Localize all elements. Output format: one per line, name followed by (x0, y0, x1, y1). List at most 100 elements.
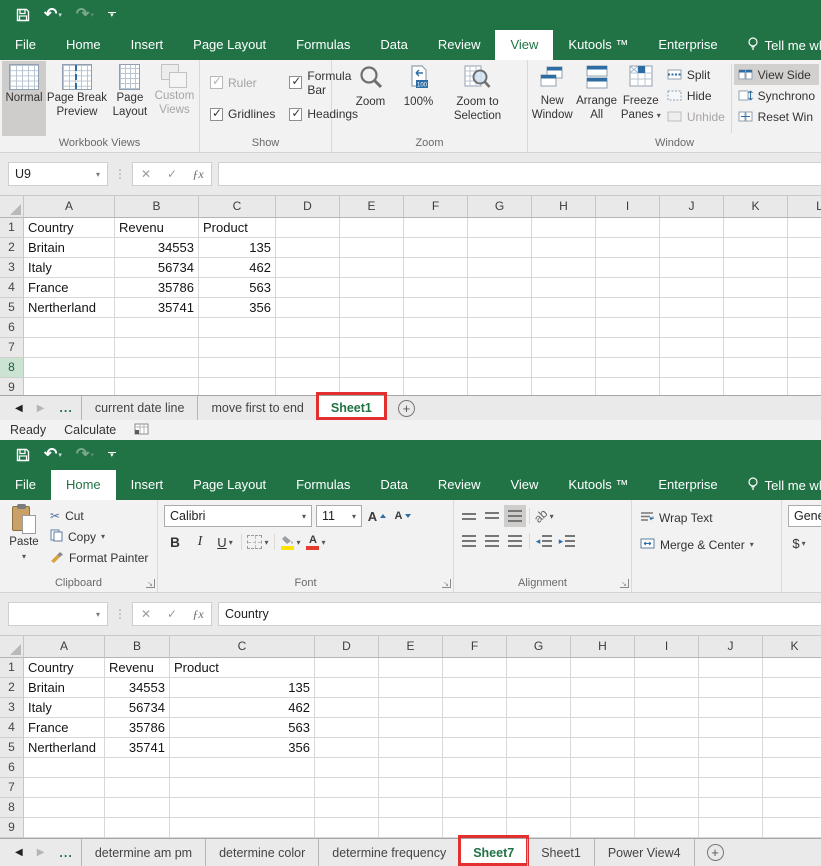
cell-I4[interactable] (596, 278, 660, 298)
cell-F4[interactable] (404, 278, 468, 298)
save-icon[interactable] (16, 8, 30, 22)
cell-C9[interactable] (170, 818, 315, 838)
cell-G3[interactable] (507, 698, 571, 718)
cell-C7[interactable] (170, 778, 315, 798)
format-painter-button[interactable]: Format Painter (46, 547, 152, 568)
cell-A8[interactable] (24, 358, 115, 378)
sheet-tab-determine-am-pm[interactable]: determine am pm (81, 839, 205, 866)
row-header-3[interactable]: 3 (0, 258, 24, 278)
cell-F7[interactable] (404, 338, 468, 358)
cell-E2[interactable] (379, 678, 443, 698)
cell-A6[interactable] (24, 758, 105, 778)
cell-E1[interactable] (379, 658, 443, 678)
cell-G4[interactable] (507, 718, 571, 738)
cell-H4[interactable] (532, 278, 596, 298)
cell-F5[interactable] (443, 738, 507, 758)
cell-K1[interactable] (763, 658, 821, 678)
cell-C1[interactable]: Product (199, 218, 276, 238)
cell-C3[interactable]: 462 (170, 698, 315, 718)
cell-J5[interactable] (699, 738, 763, 758)
checkbox-gridlines[interactable]: Gridlines (210, 107, 275, 121)
cell-E6[interactable] (340, 318, 404, 338)
ribbon-tab-insert[interactable]: Insert (116, 30, 179, 60)
cell-K4[interactable] (763, 718, 821, 738)
insert-function-icon[interactable]: ƒx (185, 167, 211, 182)
cell-J3[interactable] (699, 698, 763, 718)
cell-E7[interactable] (340, 338, 404, 358)
cell-G3[interactable] (468, 258, 532, 278)
sheet-tab-sheet1-annotated[interactable]: Sheet1 (317, 396, 386, 420)
cell-F1[interactable] (443, 658, 507, 678)
cell-K3[interactable] (763, 698, 821, 718)
cell-B3[interactable]: 56734 (105, 698, 170, 718)
cell-F9[interactable] (404, 378, 468, 395)
cell-A2[interactable]: Britain (24, 678, 105, 698)
cell-D9[interactable] (315, 818, 379, 838)
cell-B2[interactable]: 34553 (115, 238, 199, 258)
row-header-5[interactable]: 5 (0, 298, 24, 318)
column-header-j[interactable]: J (699, 636, 763, 658)
cell-D8[interactable] (276, 358, 340, 378)
redo-button[interactable]: ↷▾ (76, 447, 94, 463)
cell-H3[interactable] (532, 258, 596, 278)
ribbon-tab-insert[interactable]: Insert (116, 470, 179, 500)
row-header-2[interactable]: 2 (0, 238, 24, 258)
cell-K5[interactable] (724, 298, 788, 318)
ribbon-tab-file[interactable]: File (0, 30, 51, 60)
select-all-corner[interactable] (0, 636, 24, 658)
macro-record-icon[interactable] (134, 423, 149, 438)
cell-I3[interactable] (596, 258, 660, 278)
cell-I5[interactable] (635, 738, 699, 758)
sheet-prev-icon[interactable]: ◀ (8, 403, 30, 414)
cell-E1[interactable] (340, 218, 404, 238)
cell-G8[interactable] (507, 798, 571, 818)
cell-B8[interactable] (115, 358, 199, 378)
cell-E5[interactable] (379, 738, 443, 758)
cell-J7[interactable] (660, 338, 724, 358)
cell-J4[interactable] (699, 718, 763, 738)
bold-button[interactable]: B (164, 531, 186, 553)
font-size-select[interactable]: 11 ▾ (316, 505, 362, 527)
cell-D5[interactable] (315, 738, 379, 758)
cell-I6[interactable] (635, 758, 699, 778)
middle-align-button[interactable] (481, 505, 503, 527)
row-header-8[interactable]: 8 (0, 358, 24, 378)
cell-I8[interactable] (635, 798, 699, 818)
cell-J7[interactable] (699, 778, 763, 798)
cell-C3[interactable]: 462 (199, 258, 276, 278)
ribbon-tab-data[interactable]: Data (365, 30, 422, 60)
ribbon-tab-view[interactable]: View (495, 30, 553, 60)
copy-button[interactable]: Copy ▾ (46, 526, 152, 547)
checkbox-ruler[interactable]: Ruler (210, 76, 275, 90)
row-header-9[interactable]: 9 (0, 818, 24, 838)
cell-G6[interactable] (507, 758, 571, 778)
cell-C2[interactable]: 135 (170, 678, 315, 698)
customize-qat-icon[interactable]: ▾ (108, 12, 116, 18)
cell-L2[interactable] (788, 238, 821, 258)
zoom-100-button[interactable]: 100 100% (397, 61, 441, 136)
formula-input[interactable] (218, 162, 821, 186)
cell-B7[interactable] (115, 338, 199, 358)
cell-I4[interactable] (635, 718, 699, 738)
cell-J2[interactable] (699, 678, 763, 698)
cell-D3[interactable] (276, 258, 340, 278)
new-sheet-button[interactable]: + (398, 400, 415, 417)
column-header-j[interactable]: J (660, 196, 724, 218)
cell-G8[interactable] (468, 358, 532, 378)
column-header-i[interactable]: I (596, 196, 660, 218)
cell-F8[interactable] (404, 358, 468, 378)
unhide-button[interactable]: Unhide (663, 106, 729, 127)
cell-A5[interactable]: Nertherland (24, 298, 115, 318)
cell-L8[interactable] (788, 358, 821, 378)
font-family-select[interactable]: Calibri ▾ (164, 505, 312, 527)
cell-I8[interactable] (596, 358, 660, 378)
sheet-next-icon[interactable]: ▶ (30, 847, 52, 858)
cell-G9[interactable] (468, 378, 532, 395)
ribbon-tab-view[interactable]: View (495, 470, 553, 500)
cell-C8[interactable] (170, 798, 315, 818)
new-window-button[interactable]: New Window (530, 61, 574, 136)
cell-G5[interactable] (507, 738, 571, 758)
column-header-e[interactable]: E (379, 636, 443, 658)
borders-button[interactable]: ▾ (247, 531, 269, 553)
cell-K9[interactable] (763, 818, 821, 838)
